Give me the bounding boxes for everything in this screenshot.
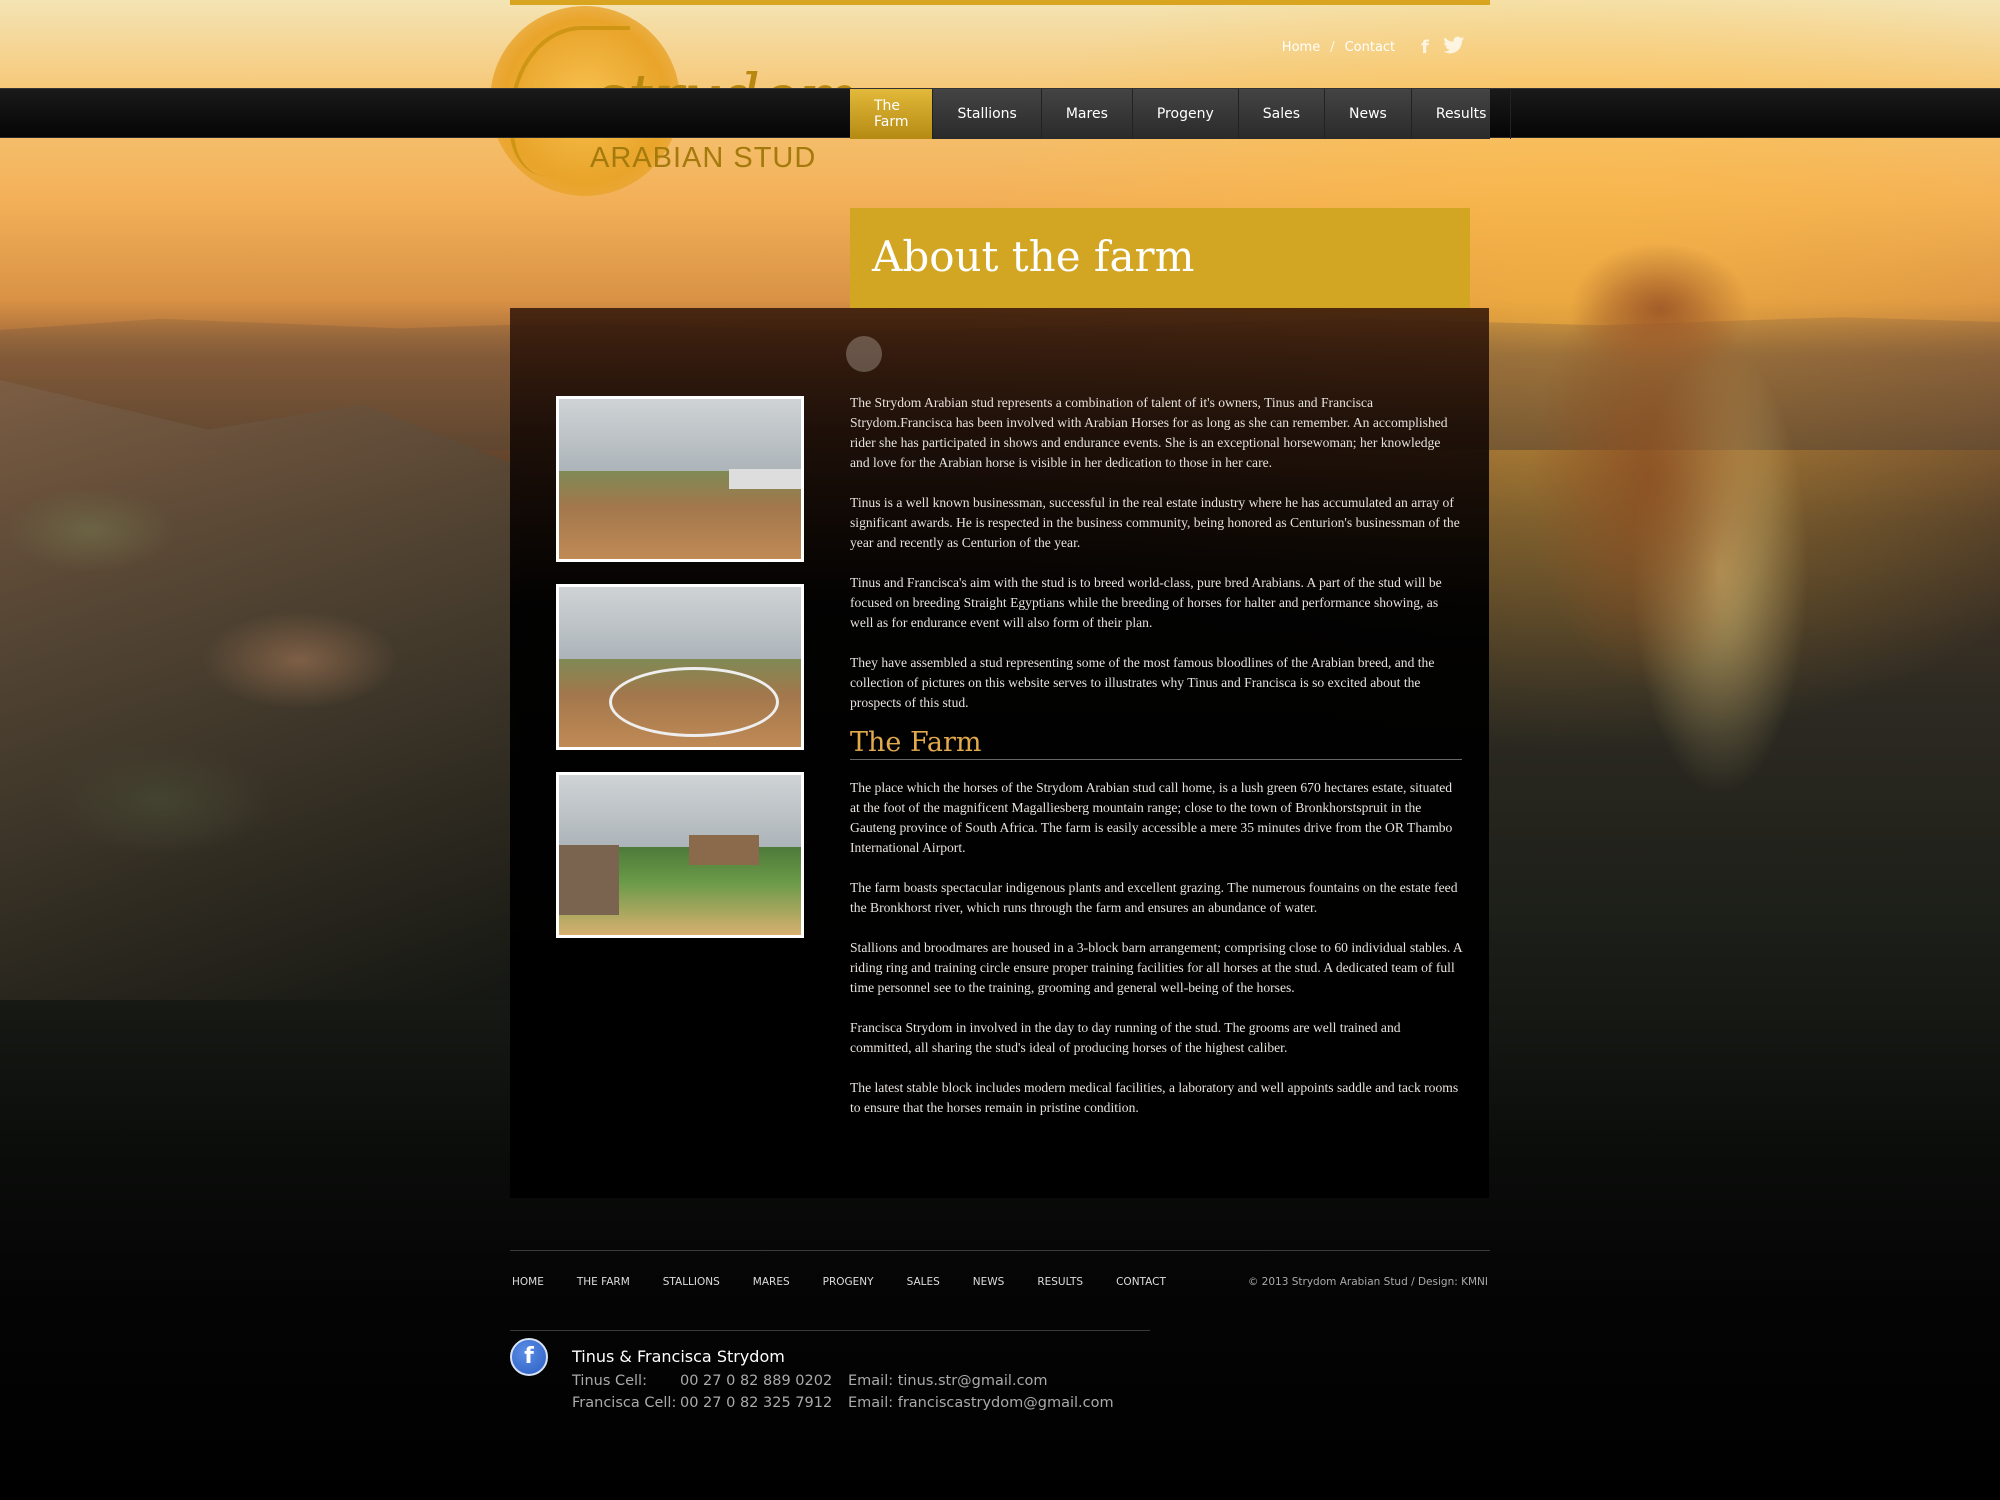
footer-nav: HOME THE FARM STALLIONS MARES PROGENY SA… [512,1276,1199,1288]
photo-sky [559,399,801,479]
contact-label: Tinus Cell: [572,1373,647,1389]
contact-email[interactable]: Email: franciscastrydom@gmail.com [848,1395,1114,1411]
content-panel: The Strydom Arabian stud represents a co… [510,308,1489,1198]
nav-item-stallions[interactable]: Stallions [933,89,1042,139]
footer-divider-2 [510,1330,1150,1331]
farm-paragraph: Francisca Strydom in involved in the day… [850,1020,1401,1055]
page-title: About the farm [872,232,1195,281]
contact-row: Tinus Cell: 00 27 0 82 889 0202 Email: t… [572,1370,1114,1392]
nav-item-mares[interactable]: Mares [1042,89,1133,139]
footer-link-mares[interactable]: MARES [753,1276,790,1288]
photo-sky [559,587,801,667]
decorative-moon [846,336,882,372]
nav-item-sales[interactable]: Sales [1239,89,1325,139]
page-title-banner: About the farm [850,208,1470,308]
farm-paragraph: Stallions and broodmares are housed in a… [850,940,1462,995]
footer-link-the-farm[interactable]: THE FARM [577,1276,630,1288]
social-icons-top: f [1421,36,1465,59]
about-paragraph: Tinus is a well known businessman, succe… [850,495,1460,550]
footer-link-news[interactable]: NEWS [973,1276,1005,1288]
farm-photo-2[interactable] [556,584,804,750]
photo-roof [729,469,801,489]
contact-email[interactable]: Email: tinus.str@gmail.com [848,1373,1048,1389]
facebook-icon[interactable]: f [1421,37,1429,58]
main-navbar: The Farm Stallions Mares Progeny Sales N… [0,88,2000,139]
footer-link-results[interactable]: RESULTS [1037,1276,1083,1288]
photo-building [559,845,619,915]
background-horse-image [1480,140,1840,820]
farm-paragraph: The farm boasts spectacular indigenous p… [850,880,1458,915]
twitter-icon[interactable] [1443,36,1465,59]
util-contact-link[interactable]: Contact [1345,40,1396,55]
footer-divider [510,1250,1490,1251]
footer-link-home[interactable]: HOME [512,1276,544,1288]
logo-subtitle: ARABIAN STUD [590,142,817,174]
contact-label: Francisca Cell: [572,1395,677,1411]
farm-photo-1[interactable] [556,396,804,562]
nav-item-news[interactable]: News [1325,89,1412,139]
nav-item-the-farm[interactable]: The Farm [850,89,934,139]
footer-link-sales[interactable]: SALES [907,1276,940,1288]
farm-paragraph: The latest stable block includes modern … [850,1080,1459,1115]
contact-phone: 00 27 0 82 889 0202 [680,1373,833,1389]
farm-paragraph: The place which the horses of the Strydo… [850,780,1453,855]
utility-nav: Home / Contact f [1282,36,1465,59]
contact-block: Tinus & Francisca Strydom Tinus Cell: 00… [572,1347,1114,1414]
farm-heading: The Farm [850,729,1462,760]
photo-sky [559,775,801,855]
main-nav-items: The Farm Stallions Mares Progeny Sales N… [850,89,1512,139]
footer-link-stallions[interactable]: STALLIONS [663,1276,720,1288]
footer-link-progeny[interactable]: PROGENY [823,1276,874,1288]
footer-copyright: © 2013 Strydom Arabian Stud / Design: KM… [1247,1276,1488,1288]
about-text: The Strydom Arabian stud represents a co… [850,393,1462,1138]
about-paragraph: Tinus and Francisca's aim with the stud … [850,575,1442,630]
nav-item-results[interactable]: Results [1412,89,1512,139]
nav-item-progeny[interactable]: Progeny [1133,89,1239,139]
top-accent-bar [510,0,1490,5]
util-separator: / [1330,40,1335,55]
background-cliff [0,380,520,1000]
util-home-link[interactable]: Home [1282,40,1320,55]
farm-photo-3[interactable] [556,772,804,938]
contact-name: Tinus & Francisca Strydom [572,1347,785,1366]
about-paragraph: They have assembled a stud representing … [850,655,1435,710]
photo-riding-ring [609,667,779,737]
contact-phone: 00 27 0 82 325 7912 [680,1395,833,1411]
photo-stables [689,835,759,865]
facebook-icon[interactable]: f [510,1338,548,1376]
about-paragraph: The Strydom Arabian stud represents a co… [850,395,1448,470]
footer-link-contact[interactable]: CONTACT [1116,1276,1166,1288]
contact-row: Francisca Cell: 00 27 0 82 325 7912 Emai… [572,1392,1114,1414]
